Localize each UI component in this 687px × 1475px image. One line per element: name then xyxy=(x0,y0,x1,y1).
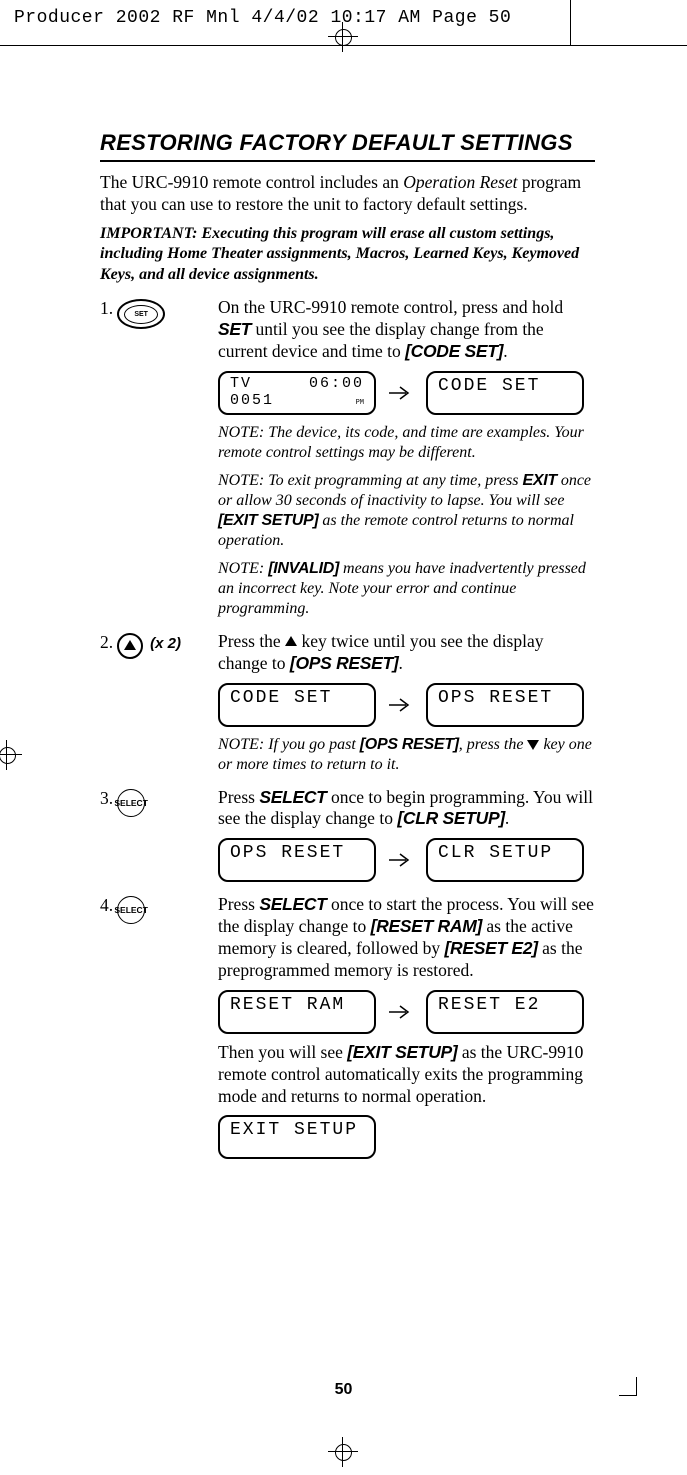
lcd-sequence: CODE SET OPS RESET xyxy=(218,683,595,727)
step-text: Then you will see [EXIT SETUP] as the UR… xyxy=(218,1042,595,1108)
page-number: 50 xyxy=(0,1381,687,1399)
arrow-right-icon xyxy=(388,385,414,401)
step-2: 2. (x 2) Press the key twice until you s… xyxy=(100,631,595,783)
page-heading: RESTORING FACTORY DEFAULT SETTINGS xyxy=(100,130,595,156)
note: NOTE: To exit programming at any time, p… xyxy=(218,471,595,551)
step-text: Press the key twice until you see the di… xyxy=(218,631,595,675)
note: NOTE: If you go past [OPS RESET], press … xyxy=(218,735,595,775)
registration-mark-icon xyxy=(328,1437,358,1467)
lcd-display: CLR SETUP xyxy=(426,838,584,882)
registration-mark-icon xyxy=(328,22,358,52)
step-4: 4. SELECT Press SELECT once to start the… xyxy=(100,894,595,1167)
note: NOTE: The device, its code, and time are… xyxy=(218,423,595,463)
up-arrow-button-icon xyxy=(117,633,143,659)
arrow-right-icon xyxy=(388,697,414,713)
lcd-sequence: TV06:00 0051PM CODE SET xyxy=(218,371,595,415)
registration-mark-icon xyxy=(0,740,22,770)
lcd-display: CODE SET xyxy=(218,683,376,727)
lcd-sequence: EXIT SETUP xyxy=(218,1115,595,1159)
step-text: On the URC-9910 remote control, press an… xyxy=(218,297,595,363)
heading-rule xyxy=(100,160,595,162)
lcd-display: CODE SET xyxy=(426,371,584,415)
step-number: 4. xyxy=(100,894,113,916)
content-area: RESTORING FACTORY DEFAULT SETTINGS The U… xyxy=(100,130,595,1171)
lcd-display: TV06:00 0051PM xyxy=(218,371,376,415)
step-number: 2. xyxy=(100,631,113,653)
lcd-sequence: RESET RAM RESET E2 xyxy=(218,990,595,1034)
arrow-right-icon xyxy=(388,852,414,868)
step-number: 3. xyxy=(100,787,113,809)
lcd-sequence: OPS RESET CLR SETUP xyxy=(218,838,595,882)
select-button-icon: SELECT xyxy=(117,896,145,924)
lcd-display: RESET RAM xyxy=(218,990,376,1034)
select-button-icon: SELECT xyxy=(117,789,145,817)
lcd-display: OPS RESET xyxy=(426,683,584,727)
step-text: Press SELECT once to begin programming. … xyxy=(218,787,595,831)
step-number: 1. xyxy=(100,297,113,319)
lcd-display: OPS RESET xyxy=(218,838,376,882)
note: NOTE: [INVALID] means you have inadverte… xyxy=(218,559,595,619)
important-note: IMPORTANT: Executing this program will e… xyxy=(100,224,595,285)
lcd-display: RESET E2 xyxy=(426,990,584,1034)
set-button-icon: SET xyxy=(117,299,165,329)
page: Producer 2002 RF Mnl 4/4/02 10:17 AM Pag… xyxy=(0,0,687,1475)
down-triangle-icon xyxy=(527,740,539,750)
crop-mark-icon xyxy=(607,1377,637,1407)
lcd-display: EXIT SETUP xyxy=(218,1115,376,1159)
arrow-right-icon xyxy=(388,1004,414,1020)
up-triangle-icon xyxy=(285,636,297,646)
step-text: Press SELECT once to start the process. … xyxy=(218,894,595,982)
step-1: 1. SET On the URC-9910 remote control, p… xyxy=(100,297,595,627)
intro-paragraph: The URC-9910 remote control includes an … xyxy=(100,172,595,216)
step-3: 3. SELECT Press SELECT once to begin pro… xyxy=(100,787,595,891)
press-count: (x 2) xyxy=(147,631,181,652)
